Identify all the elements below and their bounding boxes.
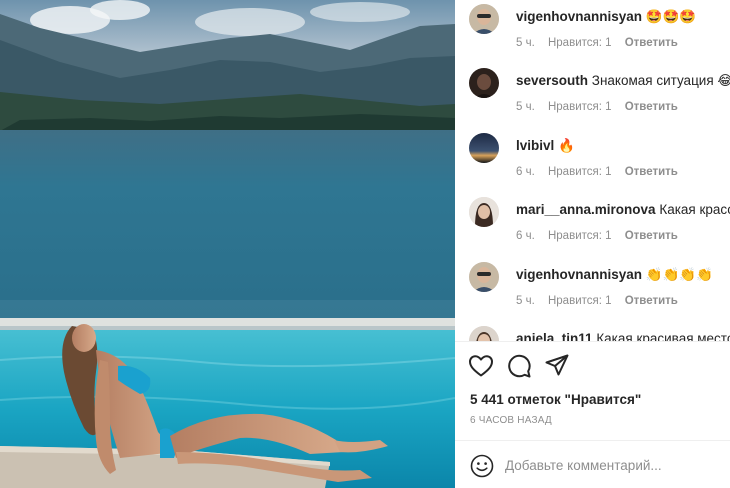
reply-button[interactable]: Ответить bbox=[625, 101, 678, 113]
avatar[interactable] bbox=[469, 326, 499, 341]
comment-age[interactable]: 6 ч. bbox=[516, 166, 535, 178]
comment-body: 👏👏👏👏 bbox=[645, 267, 714, 282]
reply-button[interactable]: Ответить bbox=[625, 166, 678, 178]
reply-button[interactable]: Ответить bbox=[625, 295, 678, 307]
comment-likes[interactable]: Нравится: 1 bbox=[548, 295, 612, 307]
avatar[interactable] bbox=[469, 262, 499, 292]
post-sidebar: vigenhovnannisyan 🤩🤩🤩 5 ч. Нравится: 1 О… bbox=[455, 0, 730, 488]
comment-text: mari__anna.mironova Какая красота, bbox=[516, 201, 730, 219]
comment-likes[interactable]: Нравится: 1 bbox=[548, 37, 612, 49]
comment-username[interactable]: vigenhovnannisyan bbox=[516, 267, 642, 282]
comment-meta: 5 ч. Нравится: 1 Ответить bbox=[516, 101, 688, 113]
comment-item: lvibivl 🔥 6 ч. Нравится: 1 Ответить bbox=[469, 133, 730, 189]
comment-body: Знакомая ситуация 😂😂 bbox=[591, 73, 730, 88]
post-time[interactable]: 6 ЧАСОВ НАЗАД bbox=[470, 415, 552, 426]
heart-icon[interactable] bbox=[467, 352, 495, 380]
comment-meta: 5 ч. Нравится: 1 Ответить bbox=[516, 37, 688, 49]
paper-plane-icon[interactable] bbox=[543, 352, 571, 380]
comment-meta: 6 ч. Нравится: 1 Ответить bbox=[516, 230, 688, 242]
avatar[interactable] bbox=[469, 197, 499, 227]
comment-item: anjela_tin11 Какая красивая место 🤩 bbox=[469, 326, 730, 341]
comment-age[interactable]: 6 ч. bbox=[516, 230, 535, 242]
comment-item: seversouth Знакомая ситуация 😂😂 5 ч. Нра… bbox=[469, 68, 730, 124]
avatar[interactable] bbox=[469, 68, 499, 98]
post-photo-scene bbox=[0, 0, 455, 488]
comment-meta: 6 ч. Нравится: 1 Ответить bbox=[516, 166, 688, 178]
avatar[interactable] bbox=[469, 4, 499, 34]
comment-text: seversouth Знакомая ситуация 😂😂 bbox=[516, 72, 730, 90]
smiley-icon[interactable] bbox=[470, 454, 494, 478]
comment-text: vigenhovnannisyan 🤩🤩🤩 bbox=[516, 8, 696, 26]
comment-bubble-icon[interactable] bbox=[505, 352, 533, 380]
comment-text: lvibivl 🔥 bbox=[516, 137, 575, 155]
comment-username[interactable]: lvibivl bbox=[516, 138, 554, 153]
comment-body: 🤩🤩🤩 bbox=[645, 9, 697, 24]
comments-list: vigenhovnannisyan 🤩🤩🤩 5 ч. Нравится: 1 О… bbox=[455, 0, 730, 341]
comment-username[interactable]: seversouth bbox=[516, 73, 588, 88]
reply-button[interactable]: Ответить bbox=[625, 230, 678, 242]
comment-meta: 5 ч. Нравится: 1 Ответить bbox=[516, 295, 688, 307]
comment-age[interactable]: 5 ч. bbox=[516, 295, 535, 307]
comment-likes[interactable]: Нравится: 1 bbox=[548, 230, 612, 242]
section-divider bbox=[455, 341, 730, 342]
add-comment-input[interactable] bbox=[505, 453, 720, 477]
comment-text: vigenhovnannisyan 👏👏👏👏 bbox=[516, 266, 713, 284]
post-photo[interactable] bbox=[0, 0, 455, 488]
comment-age[interactable]: 5 ч. bbox=[516, 101, 535, 113]
comment-text: anjela_tin11 Какая красивая место 🤩 bbox=[516, 330, 730, 341]
avatar[interactable] bbox=[469, 133, 499, 163]
add-comment-row bbox=[455, 441, 730, 488]
reply-button[interactable]: Ответить bbox=[625, 37, 678, 49]
comment-likes[interactable]: Нравится: 1 bbox=[548, 101, 612, 113]
comment-username[interactable]: anjela_tin11 bbox=[516, 331, 593, 341]
comment-body: 🔥 bbox=[558, 138, 575, 153]
comment-body: Какая красота, bbox=[659, 202, 730, 217]
comment-item: mari__anna.mironova Какая красота, 6 ч. … bbox=[469, 197, 730, 253]
comment-username[interactable]: mari__anna.mironova bbox=[516, 202, 656, 217]
comment-age[interactable]: 5 ч. bbox=[516, 37, 535, 49]
comment-username[interactable]: vigenhovnannisyan bbox=[516, 9, 642, 24]
likes-count[interactable]: 5 441 отметок "Нравится" bbox=[470, 392, 641, 407]
comment-likes[interactable]: Нравится: 1 bbox=[548, 166, 612, 178]
comment-item: vigenhovnannisyan 👏👏👏👏 5 ч. Нравится: 1 … bbox=[469, 262, 730, 318]
comment-item: vigenhovnannisyan 🤩🤩🤩 5 ч. Нравится: 1 О… bbox=[469, 4, 730, 60]
comment-body: Какая красивая место 🤩 bbox=[596, 331, 730, 341]
